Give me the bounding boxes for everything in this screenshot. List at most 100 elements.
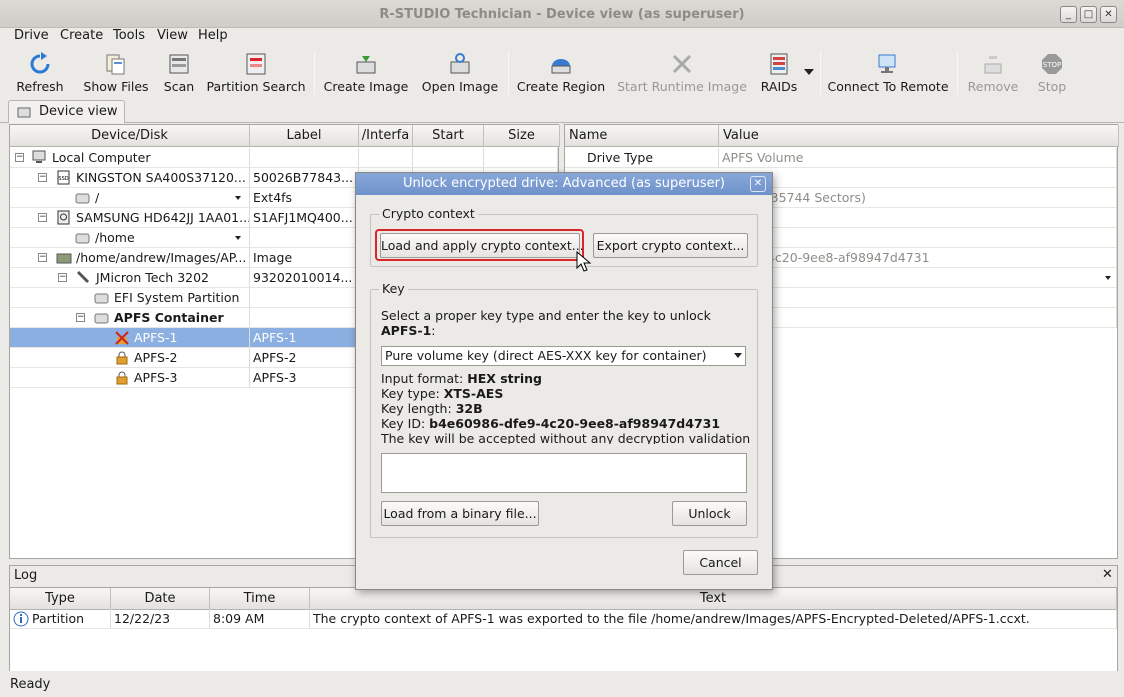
menu-tools[interactable]: Tools — [113, 28, 145, 43]
mouse-cursor-icon — [576, 251, 592, 272]
stop-icon: STOP — [1042, 54, 1062, 74]
key-instruction: Select a proper key type and enter the k… — [381, 308, 711, 323]
device-name: JMicron Tech 3202 — [96, 270, 210, 285]
device-name: SAMSUNG HD642JJ 1AA01... — [76, 210, 250, 225]
device-name: APFS-1 — [134, 330, 178, 345]
remove-button[interactable]: Remove — [964, 49, 1022, 97]
unlock-dialog: Unlock encrypted drive: Advanced (as sup… — [355, 172, 773, 590]
device-label: APFS-2 — [250, 348, 359, 368]
load-binary-file-button[interactable]: Load from a binary file... — [381, 501, 539, 526]
crypto-context-title: Crypto context — [379, 206, 478, 221]
raids-dropdown-arrow[interactable] — [804, 69, 814, 75]
col-interface[interactable]: /Interfa — [359, 125, 413, 147]
col-size[interactable]: Size — [484, 125, 560, 147]
toolbar-separator — [820, 51, 821, 95]
raids-button[interactable]: RAIDs — [756, 49, 802, 97]
title-bar: R-STUDIO Technician - Device view (as su… — [0, 0, 1124, 28]
property-row[interactable]: Drive Type APFS Volume — [565, 148, 1117, 168]
unlock-button[interactable]: Unlock — [672, 501, 747, 526]
device-name: /home — [95, 230, 135, 245]
menu-drive[interactable]: Drive — [14, 28, 49, 43]
cancel-button[interactable]: Cancel — [683, 550, 758, 575]
log-row[interactable]: Partition 12/22/23 8:09 AM The crypto co… — [10, 609, 1117, 629]
chevron-down-icon[interactable] — [235, 236, 241, 240]
info-icon — [13, 611, 29, 627]
log-col-date[interactable]: Date — [111, 588, 210, 610]
menu-create[interactable]: Create — [60, 28, 103, 43]
create-image-button[interactable]: Create Image — [322, 49, 410, 97]
collapse-toggle[interactable]: − — [15, 153, 24, 162]
key-type-value: XTS-AES — [443, 386, 504, 401]
log-table: Type Date Time Text Partition 12/22/23 8… — [10, 587, 1117, 671]
create-region-icon — [551, 59, 571, 74]
key-info: Input format: HEX string Key type: XTS-A… — [381, 371, 751, 444]
remove-icon — [984, 56, 1002, 74]
create-region-button[interactable]: Create Region — [514, 49, 608, 97]
close-window-button[interactable]: ✕ — [1100, 6, 1117, 23]
log-col-time[interactable]: Time — [210, 588, 310, 610]
refresh-button[interactable]: Refresh — [12, 49, 68, 97]
device-label: 93202010014... — [250, 268, 359, 288]
stop-button[interactable]: STOP Stop — [1030, 49, 1074, 97]
dialog-close-button[interactable]: ✕ — [750, 176, 766, 192]
log-col-type[interactable]: Type — [10, 588, 111, 610]
collapse-toggle[interactable]: − — [58, 273, 67, 282]
device-label: APFS-3 — [250, 368, 359, 388]
vol-icon — [75, 193, 90, 204]
minimize-button[interactable]: _ — [1060, 6, 1077, 23]
crypto-context-group: Crypto context Load and apply crypto con… — [370, 206, 758, 267]
key-input[interactable] — [381, 453, 747, 493]
device-name: EFI System Partition — [114, 290, 240, 305]
device-view-icon — [17, 107, 31, 118]
collapse-toggle[interactable]: − — [38, 213, 47, 222]
log-col-text[interactable]: Text — [310, 588, 1117, 610]
key-type-select[interactable]: Pure volume key (direct AES-XXX key for … — [381, 346, 746, 366]
value-dropdown-arrow[interactable] — [1105, 276, 1111, 280]
tab-device-view[interactable]: Device view — [8, 100, 125, 123]
col-device-disk[interactable]: Device/Disk — [10, 125, 250, 147]
collapse-toggle[interactable]: − — [38, 253, 47, 262]
load-apply-crypto-button[interactable]: Load and apply crypto context... — [380, 233, 584, 258]
lock-icon — [116, 371, 128, 385]
device-label — [250, 288, 359, 308]
device-label: Image — [250, 248, 359, 268]
maximize-button[interactable]: □ — [1080, 6, 1097, 23]
export-crypto-button[interactable]: Export crypto context... — [593, 233, 748, 258]
device-label: APFS-1 — [250, 328, 359, 348]
vol-icon — [94, 313, 109, 324]
scan-icon — [169, 54, 189, 74]
refresh-icon — [30, 52, 50, 74]
toolbar-separator — [508, 51, 509, 95]
log-close-icon[interactable]: ✕ — [1102, 567, 1113, 582]
scan-button[interactable]: Scan — [158, 49, 200, 97]
open-image-button[interactable]: Open Image — [418, 49, 502, 97]
partition-search-button[interactable]: Partition Search — [204, 49, 308, 97]
key-group: Key Select a proper key type and enter t… — [370, 281, 758, 538]
usb-icon — [76, 270, 90, 284]
start-runtime-image-button[interactable]: Start Runtime Image — [614, 49, 750, 97]
chevron-down-icon[interactable] — [235, 196, 241, 200]
key-group-title: Key — [379, 281, 408, 296]
collapse-toggle[interactable]: − — [76, 313, 85, 322]
xlock-icon — [115, 331, 129, 345]
status-bar: Ready — [0, 673, 1124, 697]
show-files-button[interactable]: Show Files — [80, 49, 152, 97]
connect-to-remote-button[interactable]: Connect To Remote — [826, 49, 950, 97]
collapse-toggle[interactable]: − — [38, 173, 47, 182]
ssd-icon: SSD — [57, 170, 70, 185]
dialog-title: Unlock encrypted drive: Advanced (as sup… — [356, 173, 772, 195]
device-name: KINGSTON SA400S37120... — [76, 170, 246, 185]
col-name[interactable]: Name — [565, 125, 719, 147]
device-row[interactable]: − Local Computer — [10, 148, 558, 168]
col-value[interactable]: Value — [719, 125, 1119, 147]
col-start[interactable]: Start — [413, 125, 484, 147]
validation-warning: The key will be accepted without any dec… — [381, 431, 751, 444]
lock-icon — [116, 351, 128, 365]
menu-view[interactable]: View — [157, 28, 188, 43]
toolbar: Refresh Show Files Scan Partition Search… — [0, 47, 1124, 99]
key-length-value: 32B — [455, 401, 483, 416]
svg-text:SSD: SSD — [58, 176, 68, 182]
menu-help[interactable]: Help — [198, 28, 228, 43]
col-label[interactable]: Label — [250, 125, 359, 147]
device-name: / — [95, 190, 100, 205]
